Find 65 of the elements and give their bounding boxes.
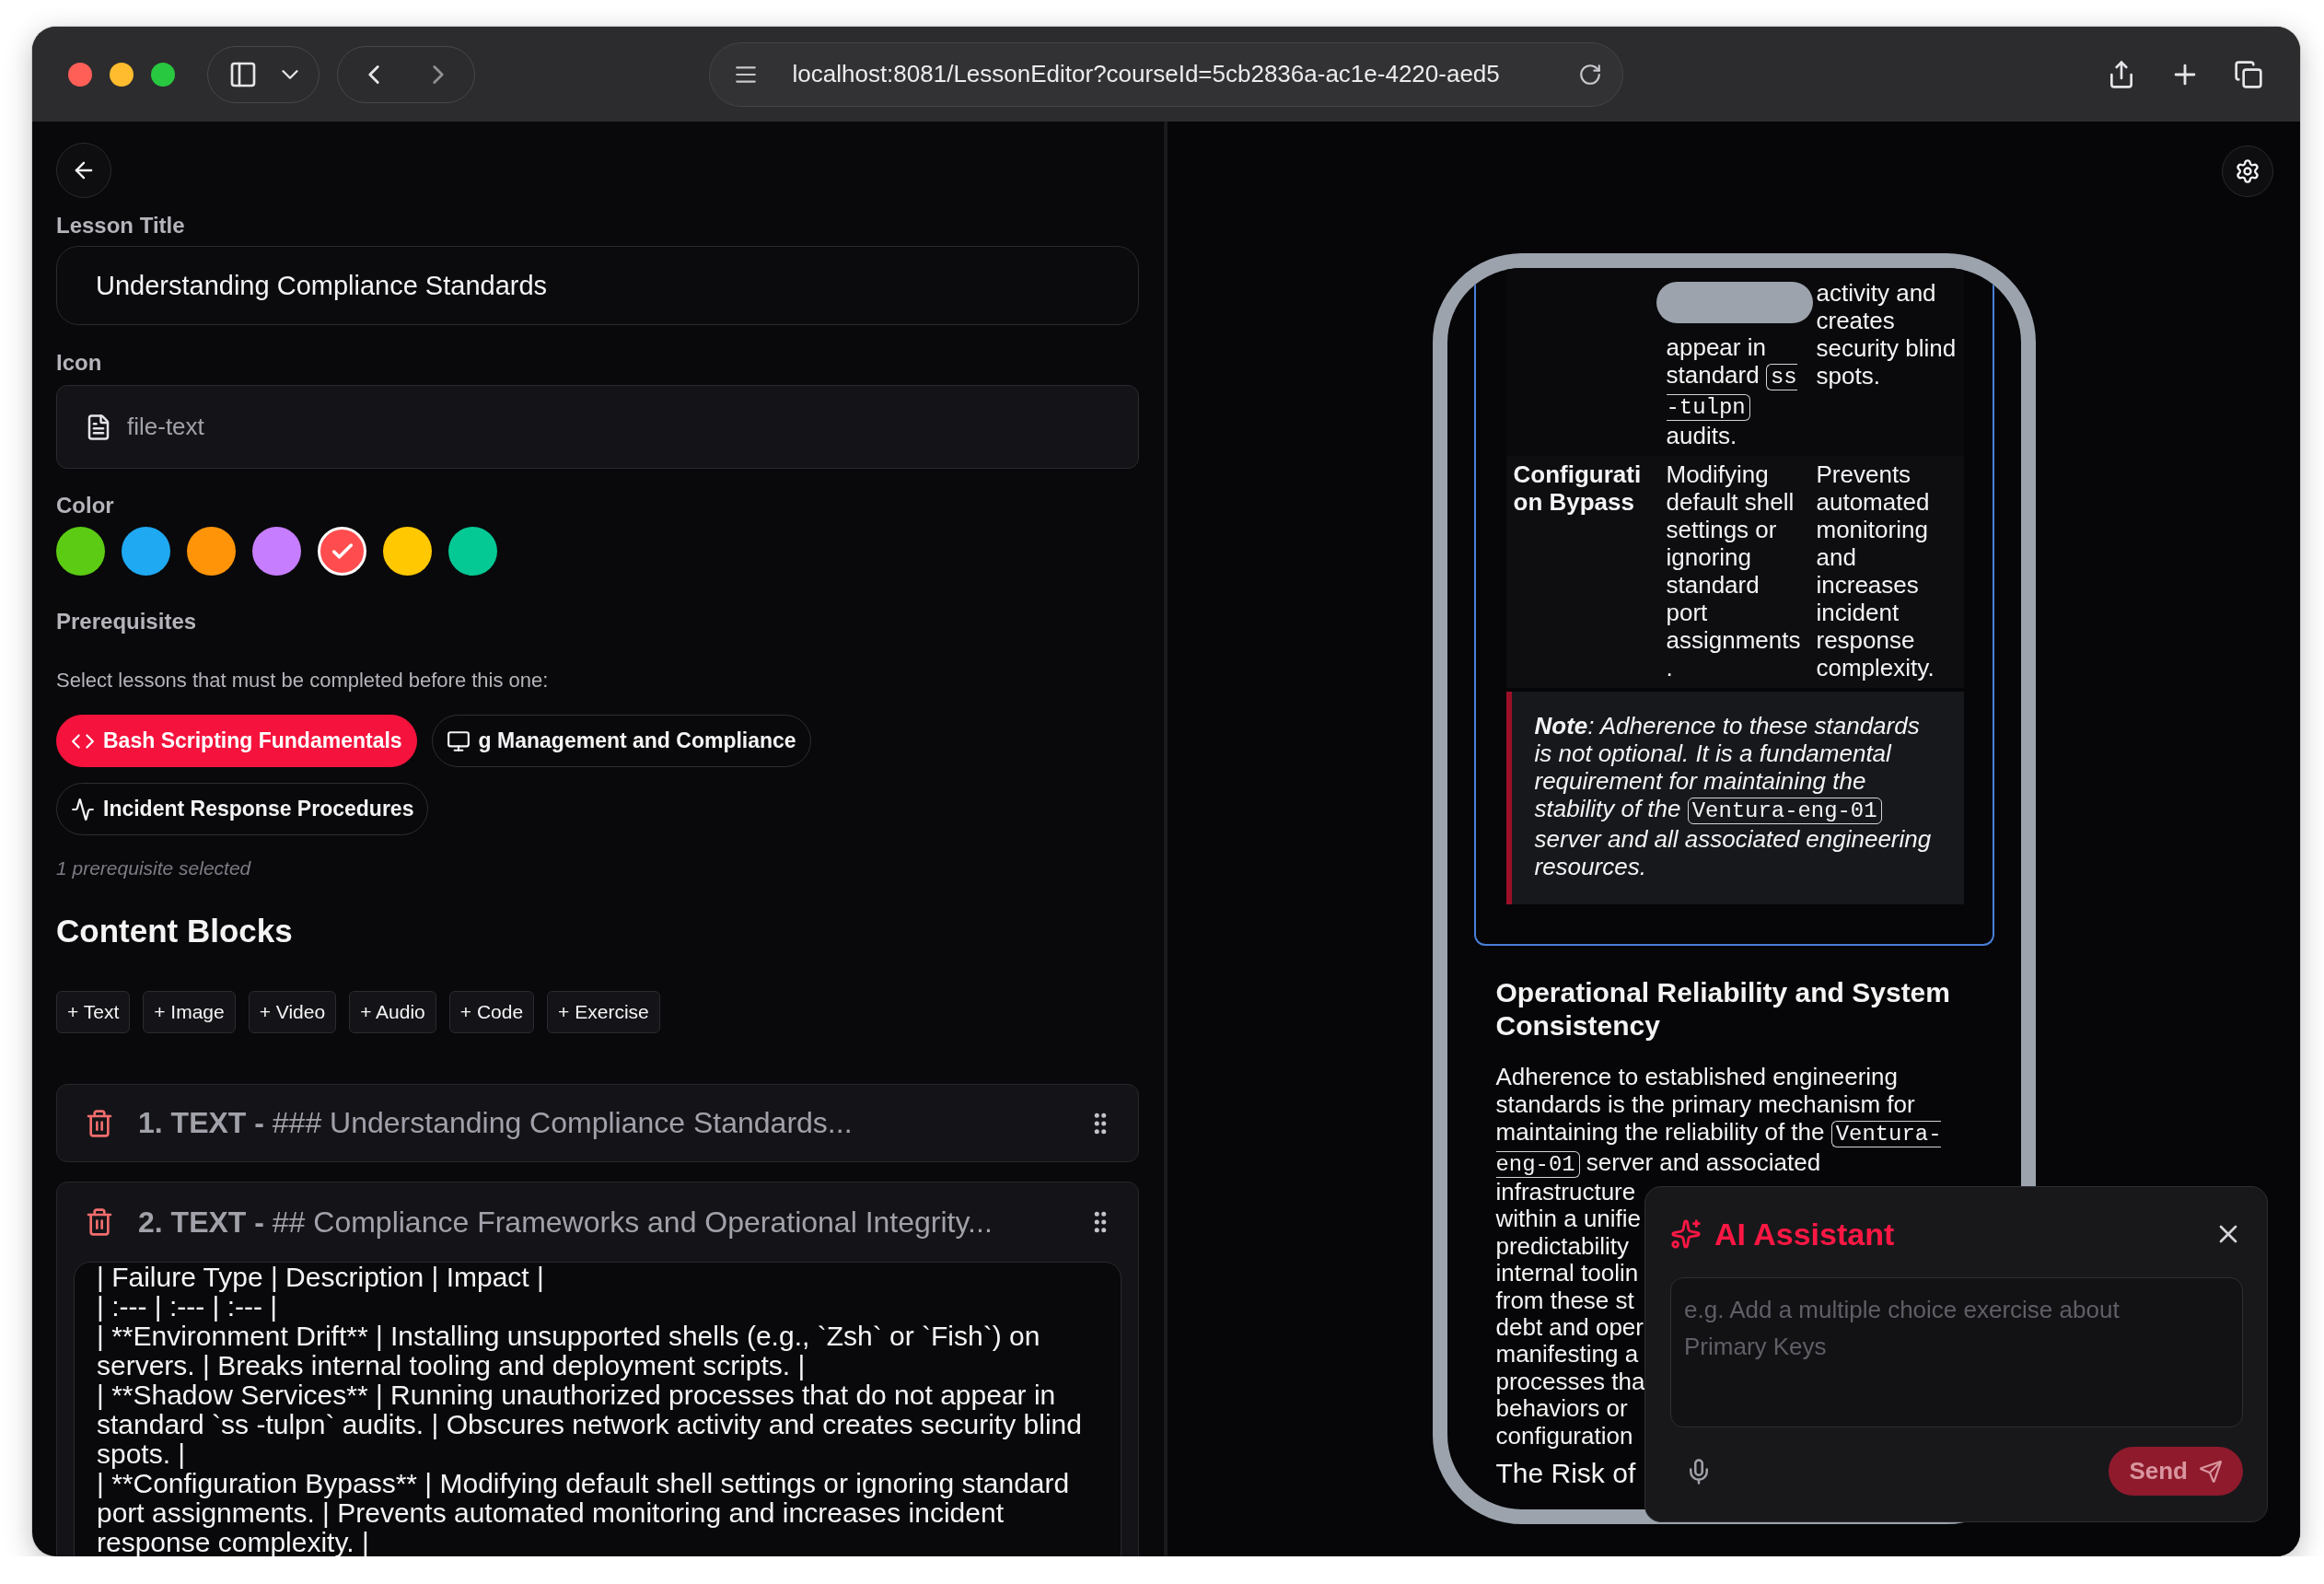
section-heading: Content Blocks — [56, 912, 294, 950]
add-block-button[interactable]: + Image — [143, 991, 236, 1033]
chevron-down-icon — [282, 69, 298, 79]
preview-heading: The Risk of — [1495, 1457, 1636, 1491]
paragraph-line: infrastructure — [1495, 1179, 1636, 1206]
preview-heading: Operational Reliability and System Consistency — [1495, 976, 1951, 1042]
paragraph-line: configuration — [1495, 1422, 1633, 1450]
title-input[interactable]: Understanding Compliance Standards — [56, 246, 1139, 325]
add-block-button[interactable]: + Exercise — [547, 991, 660, 1033]
note-callout: Note: Adherence to these standards is not optional. It is a fundamental requirement for maintaining the stability of the Ventura-eng-01 server and all associated engineering resources. — [1505, 692, 1964, 904]
table-cell: activity and creates security blind spots. — [1808, 268, 1964, 456]
block-title: 2. TEXT - ## Compliance Frameworks and Operational Integrity... — [138, 1205, 994, 1240]
prerequisite-chip[interactable]: g Management and Compliance — [431, 715, 811, 767]
color-swatch[interactable] — [383, 527, 432, 576]
color-swatch[interactable] — [56, 527, 105, 576]
hint-text: Select lessons that must be completed before this one: — [56, 668, 550, 693]
zoom-window-button[interactable] — [151, 62, 175, 87]
close-window-button[interactable] — [68, 62, 92, 87]
paragraph-line: internal toolin — [1495, 1260, 1639, 1287]
reload-icon[interactable] — [1577, 62, 1602, 87]
color-swatch[interactable] — [187, 527, 236, 576]
prerequisite-chip[interactable]: Incident Response Procedures — [56, 783, 429, 835]
field-label: Prerequisites — [56, 608, 198, 635]
prerequisite-chip[interactable]: Bash Scripting Fundamentals — [56, 715, 417, 767]
delete-button[interactable] — [85, 1207, 114, 1237]
paragraph-line: from these st — [1495, 1287, 1634, 1315]
field-label: Lesson Title — [56, 212, 186, 239]
table-cell: appear in standard ss -tulpn audits. — [1658, 268, 1809, 456]
prompt-field[interactable]: e.g. Add a multiple choice exercise about Primary Keys — [1670, 1277, 2243, 1427]
settings-button[interactable] — [2222, 146, 2273, 197]
block-title: 1. TEXT - ### Understanding Compliance Standards... — [138, 1106, 854, 1140]
field-label: Color — [56, 492, 115, 519]
paragraph-line: manifesting a — [1495, 1341, 1639, 1369]
panel-title: AI Assistant — [1714, 1216, 1896, 1252]
paragraph-line: predictability — [1495, 1232, 1629, 1261]
table-cell: Prevents automated monitoring and increases incident response complexity. — [1808, 456, 1964, 688]
delete-button[interactable] — [85, 1108, 114, 1138]
selection-count: 1 prerequisite selected — [56, 856, 252, 880]
color-swatch[interactable] — [122, 527, 170, 576]
color-swatch[interactable] — [448, 527, 497, 576]
paragraph-line: behaviors or — [1495, 1395, 1628, 1423]
sparkle-icon — [1670, 1218, 1702, 1250]
trash-icon — [85, 1207, 114, 1237]
table-cell: Configuration Bypass — [1505, 456, 1659, 688]
paragraph-line: debt and oper — [1495, 1314, 1644, 1342]
address-bar[interactable]: localhost:8081/LessonEditor?courseId=5cb2836a-ac1e-4220-aed5 — [708, 41, 1623, 107]
field-label: Icon — [56, 349, 103, 377]
add-block-button[interactable]: + Audio — [349, 991, 436, 1033]
settings-icon — [2235, 158, 2260, 184]
monitor-icon — [446, 728, 471, 753]
table-cell: Modifying default shell settings or ignoring standard port assignments. — [1658, 456, 1809, 688]
paragraph-line: processes tha — [1495, 1368, 1645, 1396]
send-icon — [2199, 1459, 2223, 1484]
color-swatch[interactable] — [252, 527, 301, 576]
icon-field[interactable]: file-text — [56, 385, 1139, 469]
trash-icon — [85, 1108, 114, 1138]
add-block-button[interactable]: + Text — [56, 991, 131, 1033]
pulse-icon — [71, 797, 95, 821]
minimize-window-button[interactable] — [110, 62, 134, 87]
tabs-icon — [2234, 59, 2263, 89]
color-swatch[interactable] — [318, 527, 366, 576]
add-block-button[interactable]: + Code — [448, 991, 535, 1033]
tabs-button[interactable] — [2234, 59, 2263, 89]
add-block-button[interactable]: + Video — [248, 991, 337, 1033]
paragraph-line: within a unifie — [1495, 1205, 1642, 1233]
